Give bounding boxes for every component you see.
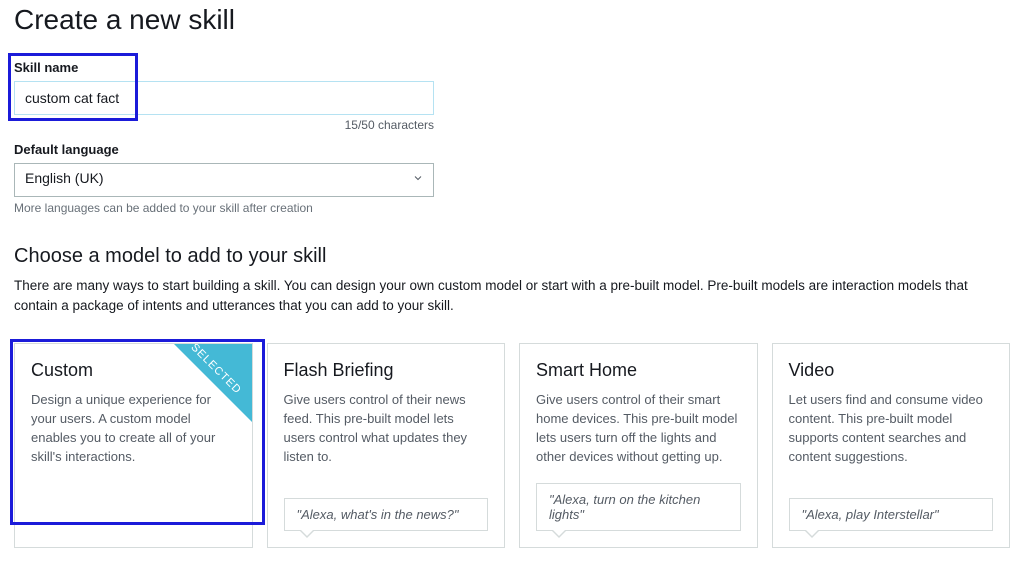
skill-name-input[interactable] xyxy=(14,81,434,115)
skill-name-group: Skill name 15/50 characters xyxy=(14,60,434,132)
skill-name-label: Skill name xyxy=(14,60,434,75)
model-cards: SELECTED Custom Design a unique experien… xyxy=(14,343,1010,547)
default-language-label: Default language xyxy=(14,142,434,157)
card-description: Give users control of their news feed. T… xyxy=(284,391,489,481)
card-description: Let users find and consume video content… xyxy=(789,391,994,481)
card-title: Custom xyxy=(31,360,236,381)
card-title: Video xyxy=(789,360,994,381)
model-section-description: There are many ways to start building a … xyxy=(14,276,994,315)
example-utterance: "Alexa, play Interstellar" xyxy=(789,498,994,531)
default-language-select[interactable]: English (UK) xyxy=(14,163,434,197)
model-card-flash-briefing[interactable]: Flash Briefing Give users control of the… xyxy=(267,343,506,547)
model-card-video[interactable]: Video Let users find and consume video c… xyxy=(772,343,1011,547)
card-description: Give users control of their smart home d… xyxy=(536,391,741,466)
example-utterance: "Alexa, turn on the kitchen lights" xyxy=(536,483,741,531)
model-card-custom[interactable]: SELECTED Custom Design a unique experien… xyxy=(14,343,253,547)
skill-name-char-counter: 15/50 characters xyxy=(14,118,434,132)
example-utterance: "Alexa, what's in the news?" xyxy=(284,498,489,531)
model-section-title: Choose a model to add to your skill xyxy=(14,245,1010,268)
model-card-smart-home[interactable]: Smart Home Give users control of their s… xyxy=(519,343,758,547)
card-title: Smart Home xyxy=(536,360,741,381)
page-title: Create a new skill xyxy=(14,4,1010,36)
default-language-group: Default language English (UK) More langu… xyxy=(14,142,434,215)
language-hint: More languages can be added to your skil… xyxy=(14,201,434,215)
card-title: Flash Briefing xyxy=(284,360,489,381)
card-description: Design a unique experience for your user… xyxy=(31,391,236,530)
